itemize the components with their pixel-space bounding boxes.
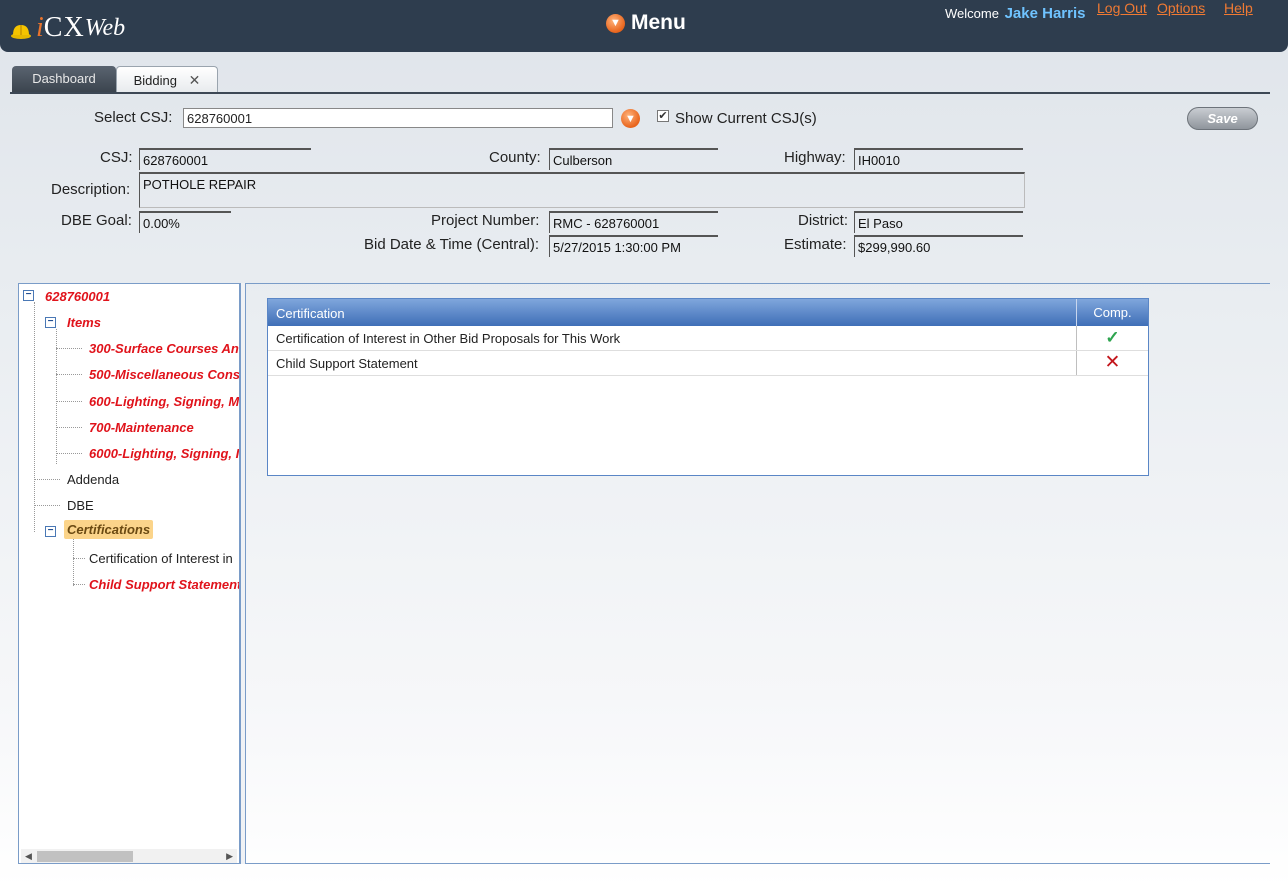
certification-cell: Child Support Statement — [276, 356, 418, 371]
select-csj-label: Select CSJ: — [94, 109, 173, 126]
tab-divider — [10, 92, 1270, 94]
menu-label: Menu — [631, 11, 686, 34]
scroll-left-icon[interactable]: ◀ — [25, 849, 32, 863]
project-number-field: RMC - 628760001 — [549, 211, 718, 233]
dbe-goal-label: DBE Goal: — [61, 212, 132, 229]
tree-connector — [56, 348, 82, 349]
collapse-root-toggle[interactable]: − — [23, 290, 34, 301]
district-field: El Paso — [854, 211, 1023, 233]
options-link[interactable]: Options — [1157, 0, 1205, 16]
welcome-text: Welcome — [945, 6, 999, 21]
certification-grid: Certification Comp. Certification of Int… — [267, 298, 1149, 476]
save-button[interactable]: Save — [1187, 107, 1258, 130]
tree-horizontal-scrollbar[interactable]: ◀ ▶ — [21, 849, 237, 863]
tree-node-addenda[interactable]: Addenda — [67, 472, 119, 487]
csj-label: CSJ: — [100, 149, 133, 166]
tab-bidding[interactable]: Bidding ✕ — [116, 66, 218, 93]
csj-field: 628760001 — [139, 148, 311, 170]
chevron-down-icon: ▼ — [625, 112, 636, 125]
bid-date-label: Bid Date & Time (Central): — [364, 236, 540, 253]
estimate-field: $299,990.60 — [854, 235, 1023, 257]
table-row[interactable]: Child Support Statement ✕ — [268, 351, 1148, 376]
tree-cert-child-support[interactable]: Child Support Statement — [89, 577, 239, 592]
tree-root-node[interactable]: 628760001 — [45, 289, 110, 304]
logo-letters-cx: CX — [43, 12, 85, 43]
county-label: County: — [489, 149, 541, 166]
collapse-certifications-toggle[interactable]: − — [45, 526, 56, 537]
tree-connector — [56, 427, 82, 428]
tree-item-700[interactable]: 700-Maintenance — [89, 420, 194, 435]
bid-tree-panel: − 628760001 − Items 300-Surface Courses … — [18, 283, 240, 864]
logo-letter-i: i — [36, 12, 44, 43]
county-field: Culberson — [549, 148, 718, 170]
tree-node-certifications[interactable]: Certifications — [64, 520, 154, 539]
tree-connector — [34, 479, 60, 480]
x-mark-icon: ✕ — [1076, 351, 1148, 375]
app-header: i CX Web ▼ Menu Welcome Jake Harris Log … — [0, 0, 1288, 52]
grid-header: Certification Comp. — [268, 299, 1148, 326]
tree-connector — [34, 505, 60, 506]
tree-item-300[interactable]: 300-Surface Courses And — [89, 341, 239, 356]
tab-dashboard[interactable]: Dashboard — [12, 66, 116, 93]
tree-connector — [56, 374, 82, 375]
chevron-down-icon: ▼ — [606, 13, 625, 33]
highway-label: Highway: — [784, 149, 846, 166]
tree-connector — [73, 584, 85, 585]
description-label: Description: — [51, 181, 131, 198]
scroll-right-icon[interactable]: ▶ — [226, 849, 233, 863]
description-field: POTHOLE REPAIR — [139, 172, 1025, 208]
tree-item-500[interactable]: 500-Miscellaneous Const — [89, 367, 239, 382]
close-icon[interactable]: ✕ — [189, 72, 201, 88]
tree-connector — [56, 453, 82, 454]
select-csj-dropdown-button[interactable]: ▼ — [621, 109, 640, 128]
table-row[interactable]: Certification of Interest in Other Bid P… — [268, 326, 1148, 351]
user-name: Jake Harris — [1004, 5, 1086, 22]
bid-date-field: 5/27/2015 1:30:00 PM — [549, 235, 718, 257]
logout-link[interactable]: Log Out — [1097, 0, 1147, 16]
tree-item-6000[interactable]: 6000-Lighting, Signing, I — [89, 446, 239, 461]
tree-node-dbe[interactable]: DBE — [67, 498, 94, 513]
welcome-message: Welcome Jake Harris — [945, 5, 1085, 22]
estimate-label: Estimate: — [784, 236, 847, 253]
show-current-csj-checkbox[interactable]: ✔ — [657, 110, 669, 122]
district-label: District: — [798, 212, 848, 229]
column-header-certification[interactable]: Certification — [276, 306, 345, 321]
checkmark-icon: ✓ — [1076, 326, 1148, 350]
scrollbar-thumb[interactable] — [37, 851, 133, 862]
tab-dashboard-label: Dashboard — [32, 71, 96, 86]
tree-connector — [34, 302, 35, 532]
collapse-items-toggle[interactable]: − — [45, 317, 56, 328]
tree-node-items[interactable]: Items — [67, 315, 101, 330]
select-csj-input[interactable]: 628760001 — [183, 108, 613, 128]
tree-connector — [73, 558, 85, 559]
logo-word-web: Web — [84, 15, 126, 41]
column-header-comp[interactable]: Comp. — [1076, 299, 1148, 326]
app-logo[interactable]: i CX Web — [10, 8, 125, 44]
main-menu-button[interactable]: ▼ Menu — [606, 11, 686, 35]
project-number-label: Project Number: — [431, 212, 540, 229]
tree-cert-interest[interactable]: Certification of Interest in — [89, 551, 233, 566]
help-link[interactable]: Help — [1224, 0, 1253, 16]
dbe-goal-field: 0.00% — [139, 211, 231, 233]
tree-item-600[interactable]: 600-Lighting, Signing, M — [89, 394, 239, 409]
tree-connector — [56, 401, 82, 402]
tab-bidding-label: Bidding — [133, 73, 177, 88]
tree-connector — [73, 538, 74, 586]
hard-hat-icon — [11, 25, 31, 39]
certification-cell: Certification of Interest in Other Bid P… — [276, 331, 621, 346]
show-current-csj-label: Show Current CSJ(s) — [675, 110, 817, 127]
tree-connector — [56, 329, 57, 464]
highway-field: IH0010 — [854, 148, 1023, 170]
